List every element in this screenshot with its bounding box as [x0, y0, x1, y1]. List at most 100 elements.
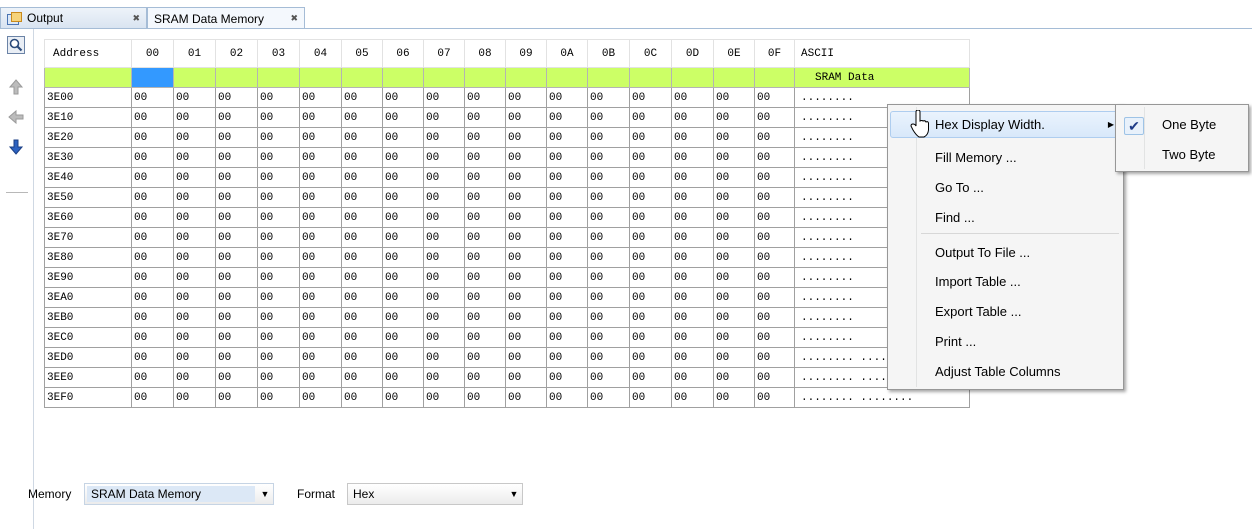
menu-item-go-to[interactable]: Go To ...: [890, 174, 1121, 201]
memory-cell[interactable]: 00: [754, 247, 795, 268]
memory-cell[interactable]: 00: [754, 307, 795, 328]
memory-cell[interactable]: 00: [131, 127, 174, 148]
memory-cell[interactable]: 00: [546, 227, 588, 248]
memory-cell[interactable]: 00: [713, 287, 755, 308]
arrow-left-icon[interactable]: [6, 107, 26, 127]
memory-cell[interactable]: 00: [257, 107, 300, 128]
memory-cell[interactable]: 00: [131, 187, 174, 208]
memory-cell[interactable]: 00: [173, 87, 216, 108]
memory-cell[interactable]: 00: [505, 347, 547, 368]
memory-cell[interactable]: 00: [546, 187, 588, 208]
memory-cell[interactable]: 00: [131, 327, 174, 348]
memory-cell[interactable]: 00: [546, 287, 588, 308]
memory-cell[interactable]: 00: [423, 287, 465, 308]
memory-cell[interactable]: 00: [629, 207, 672, 228]
memory-cell[interactable]: 00: [299, 87, 342, 108]
memory-cell[interactable]: 00: [257, 367, 300, 388]
memory-cell[interactable]: 00: [464, 187, 506, 208]
memory-cell[interactable]: 00: [299, 167, 342, 188]
memory-cell[interactable]: 00: [382, 287, 424, 308]
memory-cell[interactable]: 00: [299, 247, 342, 268]
memory-cell[interactable]: 00: [754, 347, 795, 368]
memory-cell[interactable]: 00: [423, 307, 465, 328]
memory-cell[interactable]: 00: [587, 267, 630, 288]
memory-cell[interactable]: 00: [464, 167, 506, 188]
memory-cell[interactable]: 00: [587, 167, 630, 188]
memory-cell[interactable]: 00: [423, 267, 465, 288]
memory-cell[interactable]: 00: [587, 287, 630, 308]
memory-cell[interactable]: 00: [587, 227, 630, 248]
memory-cell[interactable]: 00: [629, 267, 672, 288]
memory-cell[interactable]: 00: [754, 327, 795, 348]
selected-cell[interactable]: [131, 67, 174, 88]
memory-cell[interactable]: 00: [464, 387, 506, 408]
menu-item-output-to-file[interactable]: Output To File ...: [890, 239, 1121, 266]
arrow-down-icon[interactable]: [6, 137, 26, 157]
memory-cell[interactable]: 00: [131, 227, 174, 248]
memory-cell[interactable]: 00: [131, 307, 174, 328]
memory-cell[interactable]: 00: [629, 287, 672, 308]
memory-cell[interactable]: 00: [215, 147, 258, 168]
memory-cell[interactable]: 00: [257, 387, 300, 408]
memory-cell[interactable]: 00: [382, 347, 424, 368]
memory-cell[interactable]: 00: [629, 87, 672, 108]
memory-cell[interactable]: 00: [257, 167, 300, 188]
memory-cell[interactable]: 00: [464, 367, 506, 388]
memory-cell[interactable]: 00: [215, 227, 258, 248]
memory-cell[interactable]: 00: [629, 347, 672, 368]
memory-cell[interactable]: 00: [713, 127, 755, 148]
memory-cell[interactable]: 00: [341, 167, 383, 188]
memory-cell[interactable]: 00: [382, 167, 424, 188]
memory-cell[interactable]: 00: [464, 287, 506, 308]
memory-cell[interactable]: 00: [131, 367, 174, 388]
memory-cell[interactable]: 00: [257, 207, 300, 228]
memory-cell[interactable]: 00: [754, 147, 795, 168]
memory-cell[interactable]: 00: [299, 127, 342, 148]
memory-cell[interactable]: 00: [423, 147, 465, 168]
memory-cell[interactable]: 00: [131, 207, 174, 228]
memory-cell[interactable]: 00: [215, 87, 258, 108]
memory-cell[interactable]: 00: [671, 287, 714, 308]
memory-cell[interactable]: 00: [299, 307, 342, 328]
memory-cell[interactable]: 00: [713, 347, 755, 368]
memory-cell[interactable]: 00: [423, 367, 465, 388]
memory-cell[interactable]: 00: [671, 347, 714, 368]
memory-cell[interactable]: 00: [173, 307, 216, 328]
memory-cell[interactable]: 00: [341, 87, 383, 108]
memory-cell[interactable]: 00: [505, 327, 547, 348]
memory-cell[interactable]: 00: [173, 347, 216, 368]
memory-cell[interactable]: 00: [464, 127, 506, 148]
memory-cell[interactable]: 00: [629, 387, 672, 408]
memory-cell[interactable]: 00: [546, 267, 588, 288]
memory-cell[interactable]: 00: [754, 207, 795, 228]
memory-cell[interactable]: 00: [341, 127, 383, 148]
memory-cell[interactable]: 00: [629, 187, 672, 208]
memory-cell[interactable]: 00: [754, 107, 795, 128]
arrow-up-icon[interactable]: [6, 77, 26, 97]
memory-cell[interactable]: 00: [423, 347, 465, 368]
memory-cell[interactable]: 00: [341, 187, 383, 208]
memory-cell[interactable]: 00: [131, 347, 174, 368]
memory-cell[interactable]: 00: [257, 87, 300, 108]
memory-cell[interactable]: 00: [382, 187, 424, 208]
memory-cell[interactable]: 00: [382, 307, 424, 328]
memory-cell[interactable]: 00: [464, 247, 506, 268]
memory-cell[interactable]: 00: [629, 127, 672, 148]
memory-cell[interactable]: 00: [713, 147, 755, 168]
memory-cell[interactable]: 00: [464, 87, 506, 108]
memory-cell[interactable]: 00: [423, 187, 465, 208]
memory-cell[interactable]: 00: [215, 247, 258, 268]
memory-cell[interactable]: 00: [215, 187, 258, 208]
memory-cell[interactable]: 00: [713, 167, 755, 188]
memory-cell[interactable]: 00: [505, 207, 547, 228]
memory-cell[interactable]: 00: [713, 327, 755, 348]
memory-cell[interactable]: 00: [629, 327, 672, 348]
memory-cell[interactable]: 00: [671, 147, 714, 168]
memory-cell[interactable]: 00: [382, 367, 424, 388]
memory-cell[interactable]: 00: [546, 147, 588, 168]
tab-sram-data-memory[interactable]: SRAM Data Memory ✖: [147, 7, 305, 29]
memory-cell[interactable]: 00: [629, 227, 672, 248]
memory-cell[interactable]: 00: [713, 247, 755, 268]
memory-cell[interactable]: 00: [505, 227, 547, 248]
memory-cell[interactable]: 00: [299, 347, 342, 368]
